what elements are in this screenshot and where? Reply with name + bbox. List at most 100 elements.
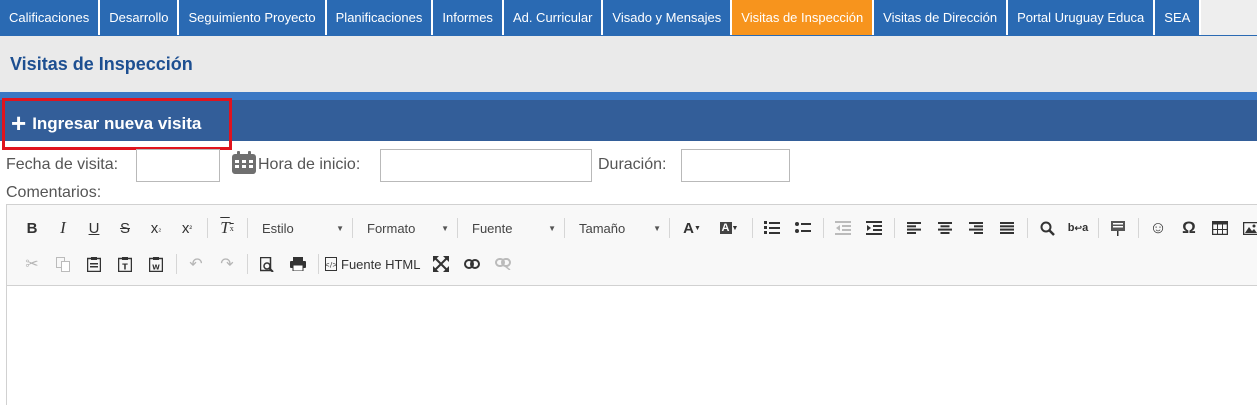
size-dropdown-label: Tamaño <box>579 221 625 236</box>
replace-icon[interactable]: b↩a <box>1065 215 1091 241</box>
toolbar-separator <box>352 218 353 238</box>
start-time-input[interactable] <box>380 149 592 182</box>
toolbar-separator <box>247 218 248 238</box>
toolbar-separator <box>564 218 565 238</box>
maximize-icon[interactable] <box>428 251 454 277</box>
toolbar-separator <box>1138 218 1139 238</box>
paste-text-icon[interactable]: T <box>112 251 138 277</box>
format-dropdown-label: Formato <box>367 221 415 236</box>
redo-icon[interactable]: ↷ <box>214 251 240 277</box>
strikethrough-icon[interactable]: S <box>112 215 138 241</box>
special-character-icon[interactable]: Ω <box>1176 215 1202 241</box>
background-color-icon[interactable]: A▼ <box>713 215 745 241</box>
text-color-icon[interactable]: A▼ <box>676 215 708 241</box>
editor-toolbar-row-1: B I U S x₂ x² Tx Estilo ▼ Formato ▼ Fuente… <box>19 213 1257 243</box>
toolbar-separator <box>669 218 670 238</box>
font-dropdown[interactable]: Fuente ▼ <box>464 215 562 241</box>
style-dropdown[interactable]: Estilo ▼ <box>254 215 350 241</box>
chevron-down-icon: ▼ <box>441 224 449 233</box>
paste-icon[interactable] <box>81 251 107 277</box>
smiley-icon[interactable]: ☺ <box>1145 215 1171 241</box>
svg-text:T: T <box>122 262 128 271</box>
bulleted-list-icon[interactable] <box>790 215 816 241</box>
chevron-down-icon: ▼ <box>548 224 556 233</box>
remove-format-icon[interactable]: Tx <box>214 215 240 241</box>
table-icon[interactable] <box>1207 215 1233 241</box>
italic-icon[interactable]: I <box>50 215 76 241</box>
main-tab-bar: Calificaciones Desarrollo Seguimiento Pr… <box>0 0 1257 36</box>
toolbar-separator <box>823 218 824 238</box>
toolbar-separator <box>318 254 319 274</box>
chevron-down-icon: ▼ <box>653 224 661 233</box>
svg-text:</>: </> <box>325 261 337 269</box>
calendar-icon[interactable] <box>231 151 257 175</box>
tab-visado-y-mensajes[interactable]: Visado y Mensajes <box>603 0 732 35</box>
align-left-icon[interactable] <box>901 215 927 241</box>
tab-planificaciones[interactable]: Planificaciones <box>327 0 434 35</box>
start-time-label: Hora de inicio: <box>258 156 360 174</box>
tab-informes[interactable]: Informes <box>433 0 504 35</box>
html-source-button[interactable]: </> Fuente HTML <box>325 251 420 277</box>
tab-visitas-de-inspeccion[interactable]: Visitas de Inspección <box>732 0 874 35</box>
cut-icon[interactable]: ✂ <box>19 251 45 277</box>
editor-toolbar-row-2: ✂ T W ↶ ↷ </> <box>19 249 521 279</box>
undo-icon[interactable]: ↶ <box>183 251 209 277</box>
duration-input[interactable] <box>681 149 790 182</box>
print-icon[interactable] <box>285 251 311 277</box>
toolbar-separator <box>1027 218 1028 238</box>
page-title: Visitas de Inspección <box>10 54 193 75</box>
tab-portal-uruguay-educa[interactable]: Portal Uruguay Educa <box>1008 0 1155 35</box>
tab-visitas-de-direccion[interactable]: Visitas de Dirección <box>874 0 1008 35</box>
search-icon[interactable] <box>1034 215 1060 241</box>
source-code-icon: </> <box>325 257 337 271</box>
bold-icon[interactable]: B <box>19 215 45 241</box>
comments-edit-area[interactable] <box>7 286 1257 406</box>
superscript-icon[interactable]: x² <box>174 215 200 241</box>
tab-seguimiento-proyecto[interactable]: Seguimiento Proyecto <box>179 0 326 35</box>
align-center-icon[interactable] <box>932 215 958 241</box>
toolbar-separator <box>1098 218 1099 238</box>
visit-date-label: Fecha de visita: <box>6 156 118 174</box>
chevron-down-icon: ▼ <box>336 224 344 233</box>
subscript-icon[interactable]: x₂ <box>143 215 169 241</box>
underline-icon[interactable]: U <box>81 215 107 241</box>
add-new-visit-label: Ingresar nueva visita <box>32 114 201 134</box>
duration-label: Duración: <box>598 156 666 174</box>
copy-icon[interactable] <box>50 251 76 277</box>
font-dropdown-label: Fuente <box>472 221 512 236</box>
numbered-list-icon[interactable] <box>759 215 785 241</box>
toolbar-separator <box>207 218 208 238</box>
image-icon[interactable] <box>1238 215 1257 241</box>
tab-desarrollo[interactable]: Desarrollo <box>100 0 179 35</box>
html-source-label: Fuente HTML <box>341 257 420 272</box>
size-dropdown[interactable]: Tamaño ▼ <box>571 215 667 241</box>
tab-sea[interactable]: SEA <box>1155 0 1201 35</box>
toolbar-separator <box>752 218 753 238</box>
style-dropdown-label: Estilo <box>262 221 294 236</box>
visit-date-input[interactable] <box>136 149 220 182</box>
tab-bar-filler <box>1201 0 1257 35</box>
unlink-icon[interactable] <box>490 251 516 277</box>
comments-label: Comentarios: <box>6 184 101 202</box>
page-title-bar: Visitas de Inspección <box>0 36 1257 92</box>
justify-icon[interactable] <box>994 215 1020 241</box>
tab-ad-curricular[interactable]: Ad. Curricular <box>504 0 603 35</box>
add-new-visit-button[interactable]: + Ingresar nueva visita <box>2 98 232 150</box>
svg-text:W: W <box>152 263 160 271</box>
comments-editor: B I U S x₂ x² Tx Estilo ▼ Formato ▼ Fuente… <box>6 204 1257 405</box>
preview-icon[interactable] <box>254 251 280 277</box>
indent-icon[interactable] <box>861 215 887 241</box>
toolbar-separator <box>247 254 248 274</box>
format-dropdown[interactable]: Formato ▼ <box>359 215 455 241</box>
editor-toolbar: B I U S x₂ x² Tx Estilo ▼ Formato ▼ Fuente… <box>7 205 1257 286</box>
outdent-icon[interactable] <box>830 215 856 241</box>
align-right-icon[interactable] <box>963 215 989 241</box>
toolbar-separator <box>894 218 895 238</box>
plus-icon: + <box>11 110 26 136</box>
paste-from-word-icon[interactable]: W <box>143 251 169 277</box>
link-icon[interactable] <box>459 251 485 277</box>
toolbar-separator <box>176 254 177 274</box>
tab-calificaciones[interactable]: Calificaciones <box>0 0 100 35</box>
select-all-icon[interactable] <box>1105 215 1131 241</box>
toolbar-separator <box>457 218 458 238</box>
